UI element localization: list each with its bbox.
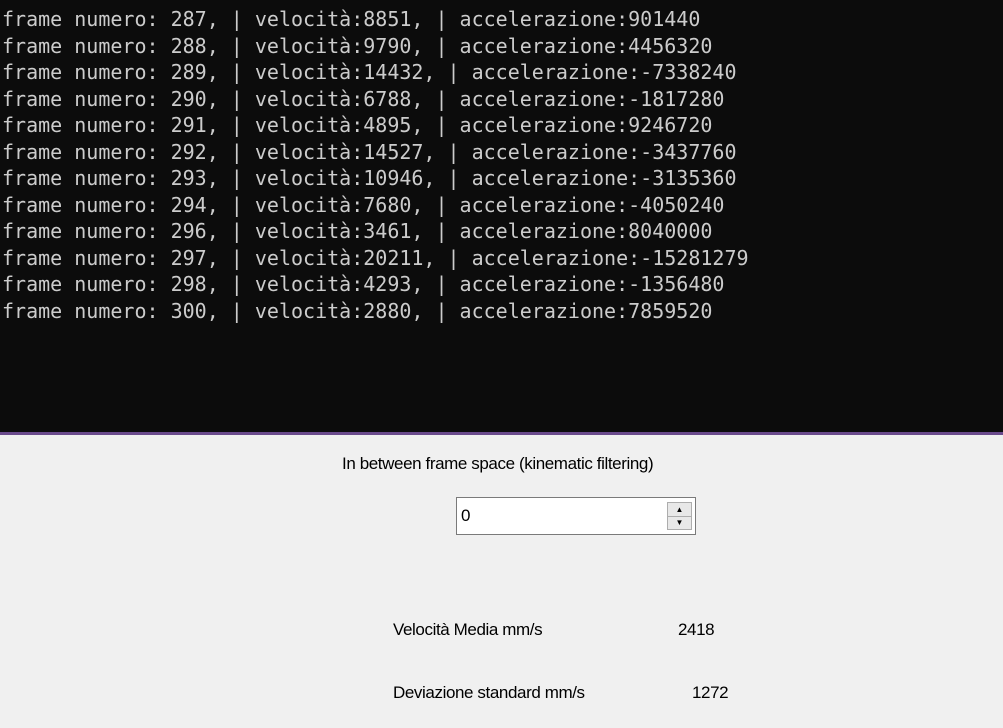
console-lines: frame numero: 287, | velocità:8851, | ac… [2, 6, 749, 324]
console-line: frame numero: 300, | velocità:2880, | ac… [2, 298, 713, 323]
console-line: frame numero: 294, | velocità:7680, | ac… [2, 192, 725, 217]
std-dev-label: Deviazione standard mm/s [393, 683, 585, 702]
velocity-mean-value: 2418 [678, 620, 715, 639]
console-output: frame numero: 287, | velocità:8851, | ac… [0, 0, 1003, 432]
console-line: frame numero: 291, | velocità:4895, | ac… [2, 113, 713, 137]
triangle-up-icon: ▲ [675, 504, 684, 514]
console-line: frame numero: 298, | velocità:4293, | ac… [2, 272, 725, 296]
spin-up-button[interactable]: ▲ [668, 503, 691, 517]
std-dev-value: 1272 [692, 683, 729, 702]
frame-space-stepper[interactable]: ▲ ▼ [456, 497, 696, 535]
console-line: frame numero: 289, | velocità:14432, | a… [2, 60, 737, 84]
console-line: frame numero: 287, | velocità:8851, | ac… [2, 7, 701, 31]
console-border [0, 432, 1003, 435]
velocity-mean-label: Velocità Media mm/s [393, 620, 543, 639]
console-line: frame numero: 297, | velocità:20211, | a… [2, 245, 749, 270]
frame-space-input[interactable] [461, 504, 657, 528]
console-line: frame numero: 292, | velocità:14527, | a… [2, 139, 737, 164]
console-line: frame numero: 296, | velocità:3461, | ac… [2, 219, 713, 243]
console-line: frame numero: 288, | velocità:9790, | ac… [2, 33, 713, 58]
spin-down-button[interactable]: ▼ [668, 516, 691, 529]
triangle-down-icon: ▼ [675, 517, 684, 527]
console-line: frame numero: 293, | velocità:10946, | a… [2, 166, 737, 190]
frame-space-label: In between frame space (kinematic filter… [342, 454, 654, 473]
stepper-buttons: ▲ ▼ [667, 502, 692, 530]
console-line: frame numero: 290, | velocità:6788, | ac… [2, 86, 725, 111]
